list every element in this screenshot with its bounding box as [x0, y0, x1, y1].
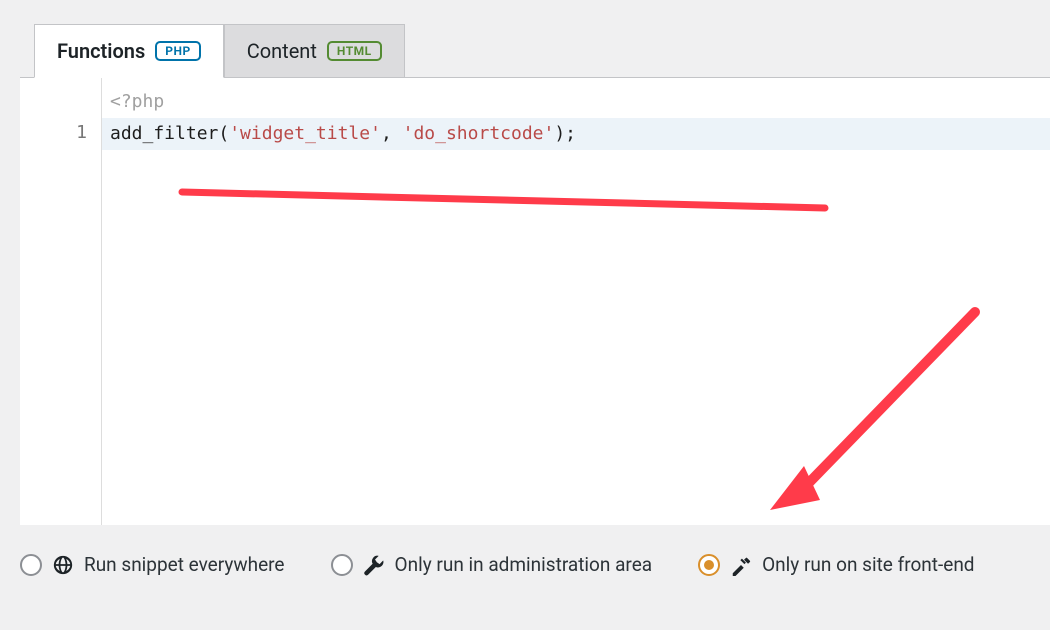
- option-run-admin[interactable]: Only run in administration area: [331, 553, 653, 576]
- code-area[interactable]: <?php add_filter('widget_title', 'do_sho…: [102, 78, 1050, 525]
- option-run-frontend[interactable]: Only run on site front-end: [698, 553, 974, 576]
- code-opening-tag: <?php: [102, 86, 1050, 118]
- line-gutter: 1: [20, 78, 102, 525]
- radio-indicator: [20, 554, 42, 576]
- code-type-tabs: Functions PHP Content HTML: [0, 0, 1050, 78]
- html-badge: HTML: [327, 41, 382, 61]
- run-location-options: Run snippet everywhere Only run in admin…: [0, 525, 1050, 576]
- hammer-icon: [730, 554, 752, 576]
- option-label: Only run on site front-end: [762, 553, 974, 576]
- option-run-everywhere[interactable]: Run snippet everywhere: [20, 553, 285, 576]
- code-editor[interactable]: 1 <?php add_filter('widget_title', 'do_s…: [20, 77, 1050, 525]
- tab-label: Content: [247, 39, 317, 63]
- option-label: Run snippet everywhere: [84, 553, 285, 576]
- code-line-1: add_filter('widget_title', 'do_shortcode…: [102, 118, 1050, 150]
- radio-indicator: [331, 554, 353, 576]
- tab-label: Functions: [57, 39, 145, 63]
- globe-icon: [52, 554, 74, 576]
- wrench-icon: [363, 554, 385, 576]
- line-number: 1: [20, 120, 87, 146]
- php-badge: PHP: [155, 41, 200, 61]
- tab-functions[interactable]: Functions PHP: [34, 24, 224, 78]
- tab-content[interactable]: Content HTML: [224, 24, 405, 78]
- option-label: Only run in administration area: [395, 553, 653, 576]
- radio-indicator: [698, 554, 720, 576]
